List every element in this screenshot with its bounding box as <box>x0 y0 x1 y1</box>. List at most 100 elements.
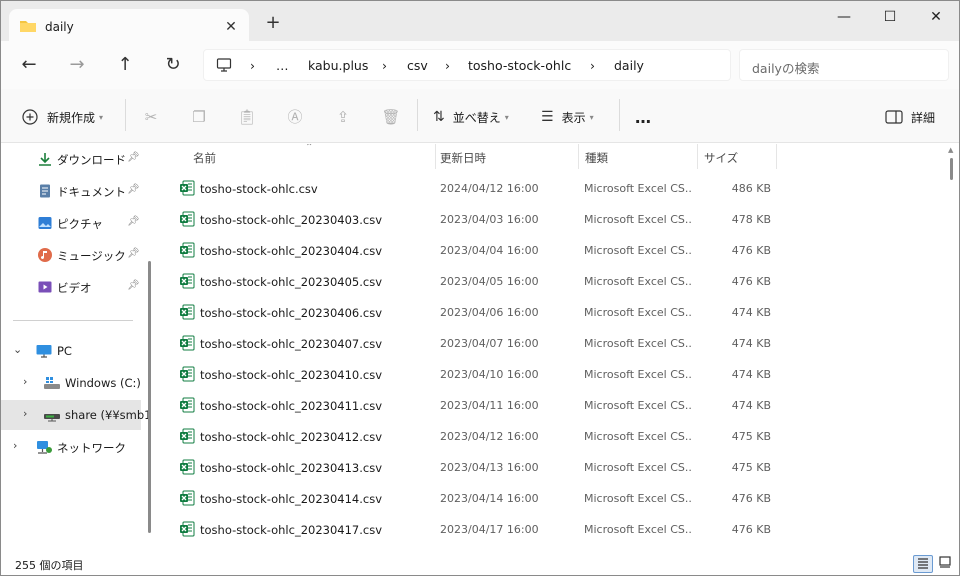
refresh-button[interactable]: ↻ <box>161 53 185 77</box>
file-type: Microsoft Excel CS... <box>584 337 692 350</box>
excel-csv-icon <box>179 397 195 413</box>
video-icon <box>37 279 53 295</box>
file-name: tosho-stock-ohlc_20230404.csv <box>200 244 383 258</box>
column-header-label: 種類 <box>585 151 608 165</box>
file-row[interactable]: tosho-stock-ohlc_20230410.csv 2023/04/10 … <box>161 359 943 390</box>
plus-circle-icon <box>22 109 38 125</box>
file-row[interactable]: tosho-stock-ohlc_20230406.csv 2023/04/06 … <box>161 297 943 328</box>
sidebar-item-windows-drive[interactable]: › Windows (C:) <box>1 368 141 398</box>
file-date: 2023/04/05 16:00 <box>440 275 539 288</box>
sidebar-item-pictures[interactable]: ピクチャ 📌︎ <box>1 208 141 238</box>
column-header-size[interactable]: サイズ <box>698 144 776 169</box>
document-icon <box>37 183 53 199</box>
copy-icon[interactable]: ❐ <box>187 105 211 129</box>
file-size: 475 KB <box>731 430 771 443</box>
excel-csv-icon <box>179 335 195 351</box>
details-pane-button[interactable]: 詳細 <box>885 105 935 129</box>
column-header-date[interactable]: 更新日時 <box>436 144 578 169</box>
file-type: Microsoft Excel CS... <box>584 213 692 226</box>
breadcrumb-overflow[interactable]: … <box>276 58 289 73</box>
forward-button[interactable]: → <box>65 53 89 77</box>
file-size: 474 KB <box>731 368 771 381</box>
sidebar-item-videos[interactable]: ビデオ 📌︎ <box>1 272 141 302</box>
delete-icon[interactable]: 🗑︎ <box>379 105 403 129</box>
new-button[interactable]: 新規作成 ▾ <box>21 105 103 129</box>
close-window-button[interactable]: ✕ <box>913 1 959 33</box>
chevron-right-icon[interactable]: › <box>13 439 17 452</box>
file-row[interactable]: tosho-stock-ohlc_20230405.csv 2023/04/05 … <box>161 266 943 297</box>
file-row[interactable]: tosho-stock-ohlc_20230411.csv 2023/04/11 … <box>161 390 943 421</box>
sidebar-item-pc[interactable]: ⌄ PC <box>1 336 141 366</box>
pictures-icon <box>37 215 53 231</box>
file-row[interactable]: tosho-stock-ohlc.csv 2024/04/12 16:00 Micr… <box>161 173 943 204</box>
sort-icon: ⇅ <box>433 109 445 125</box>
breadcrumb-kabu-plus[interactable]: kabu.plus <box>308 58 368 73</box>
file-row[interactable]: tosho-stock-ohlc_20230417.csv 2023/04/17 … <box>161 514 943 545</box>
music-icon <box>37 247 53 263</box>
maximize-button[interactable]: ☐ <box>867 1 913 33</box>
sidebar-scrollbar[interactable] <box>148 261 151 533</box>
file-row[interactable]: tosho-stock-ohlc_20230414.csv 2023/04/14 … <box>161 483 943 514</box>
file-row[interactable]: tosho-stock-ohlc_20230403.csv 2023/04/03 … <box>161 204 943 235</box>
file-type: Microsoft Excel CS... <box>584 461 692 474</box>
new-tab-button[interactable]: + <box>263 13 283 33</box>
file-type: Microsoft Excel CS... <box>584 399 692 412</box>
column-header-name[interactable]: 名前 ⌃ <box>161 144 436 169</box>
excel-csv-icon <box>179 273 195 289</box>
scroll-up-icon[interactable]: ▲ <box>948 146 953 154</box>
file-date: 2023/04/11 16:00 <box>440 399 539 412</box>
tab-close-button[interactable]: ✕ <box>221 17 241 37</box>
view-button[interactable]: ☰ 表示 ▾ <box>541 105 594 129</box>
column-divider[interactable] <box>776 144 777 169</box>
sidebar-item-documents[interactable]: ドキュメント 📌︎ <box>1 176 141 206</box>
breadcrumb-tosho-stock-ohlc[interactable]: tosho-stock-ohlc <box>468 58 571 73</box>
sidebar-item-music[interactable]: ミュージック 📌︎ <box>1 240 141 270</box>
file-name: tosho-stock-ohlc_20230405.csv <box>200 275 383 289</box>
chevron-down-icon: ▾ <box>589 112 594 122</box>
file-list-scrollbar[interactable]: ▲ <box>945 144 959 554</box>
cut-icon[interactable]: ✂ <box>139 105 163 129</box>
file-date: 2024/04/12 16:00 <box>440 182 539 195</box>
file-row[interactable]: tosho-stock-ohlc_20230412.csv 2023/04/12 … <box>161 421 943 452</box>
file-row[interactable]: tosho-stock-ohlc_20230407.csv 2023/04/07 … <box>161 328 943 359</box>
rename-icon[interactable]: Ⓐ <box>283 105 307 129</box>
address-bar[interactable]: › … kabu.plus › csv › tosho-stock-ohlc ›… <box>203 49 731 81</box>
column-header-type[interactable]: 種類 <box>579 144 697 169</box>
more-options-button[interactable]: … <box>635 105 651 129</box>
scrollbar-thumb[interactable] <box>950 158 953 180</box>
minimize-button[interactable]: — <box>821 1 867 33</box>
chevron-right-icon[interactable]: › <box>23 375 27 388</box>
details-view-button[interactable] <box>913 555 933 573</box>
file-name: tosho-stock-ohlc_20230406.csv <box>200 306 383 320</box>
file-row[interactable]: tosho-stock-ohlc_20230404.csv 2023/04/04 … <box>161 235 943 266</box>
sidebar-item-share-drive[interactable]: › share (¥¥smb1 <box>1 400 151 430</box>
details-pane-icon <box>885 110 903 124</box>
share-icon[interactable]: ⇪ <box>331 105 355 129</box>
chevron-right-icon[interactable]: › <box>23 407 27 420</box>
search-input[interactable]: dailyの検索 <box>739 49 949 81</box>
preview-view-button[interactable] <box>935 555 955 573</box>
file-name: tosho-stock-ohlc.csv <box>200 182 318 196</box>
file-type: Microsoft Excel CS... <box>584 182 692 195</box>
excel-csv-icon <box>179 521 195 537</box>
chevron-down-icon[interactable]: ⌄ <box>13 343 22 356</box>
tab-title: daily <box>45 20 74 34</box>
sort-button[interactable]: ⇅ 並べ替え ▾ <box>433 105 509 129</box>
back-button[interactable]: ← <box>17 53 41 77</box>
pc-icon <box>35 343 52 359</box>
pin-icon: 📌︎ <box>127 152 140 163</box>
breadcrumb-csv[interactable]: csv <box>407 58 428 73</box>
file-list: 名前 ⌃ 更新日時 種類 サイズ tosho-stock-ohlc.csv 202… <box>161 144 943 554</box>
sidebar-item-downloads[interactable]: ダウンロード 📌︎ <box>1 144 141 174</box>
up-button[interactable]: ↑ <box>113 53 137 77</box>
sidebar-item-network[interactable]: › ネットワーク <box>1 432 141 462</box>
file-name: tosho-stock-ohlc_20230412.csv <box>200 430 383 444</box>
sidebar-item-label: ドキュメント <box>57 185 126 199</box>
sort-label: 並べ替え <box>452 110 501 125</box>
sort-ascending-icon: ⌃ <box>305 144 314 153</box>
file-date: 2023/04/04 16:00 <box>440 244 539 257</box>
breadcrumb-separator: › <box>445 58 450 73</box>
breadcrumb-daily[interactable]: daily <box>614 58 644 73</box>
paste-icon[interactable]: 📋︎ <box>235 105 259 129</box>
file-row[interactable]: tosho-stock-ohlc_20230413.csv 2023/04/13 … <box>161 452 943 483</box>
